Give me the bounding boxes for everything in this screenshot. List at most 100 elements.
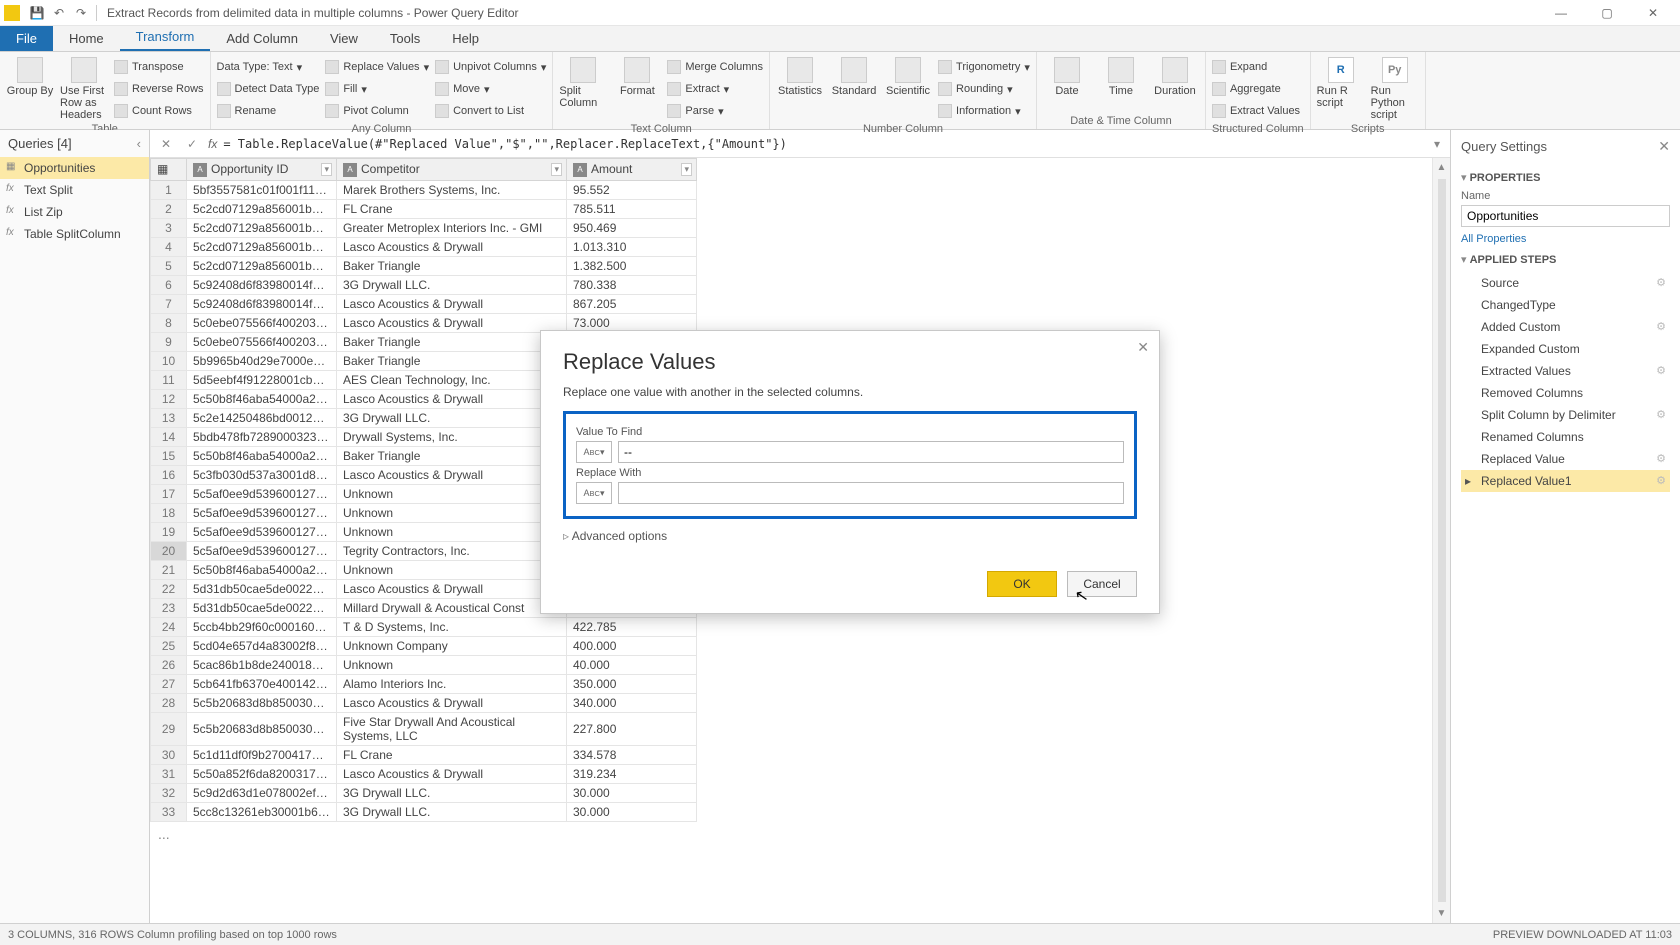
gear-icon[interactable]: ⚙: [1656, 276, 1666, 289]
tab-tools[interactable]: Tools: [374, 26, 436, 51]
duration-button[interactable]: Duration: [1151, 55, 1199, 97]
applied-step[interactable]: Source⚙: [1461, 272, 1670, 294]
scientific-button[interactable]: Scientific: [884, 55, 932, 97]
reverse-rows-button[interactable]: Reverse Rows: [114, 79, 204, 99]
unpivot-columns-button[interactable]: Unpivot Columns ▾: [435, 57, 546, 77]
run-python-script-button[interactable]: PyRun Python script: [1371, 55, 1419, 121]
count-rows-button[interactable]: Count Rows: [114, 101, 204, 121]
applied-step[interactable]: Replaced Value⚙: [1461, 448, 1670, 470]
applied-step[interactable]: Added Custom⚙: [1461, 316, 1670, 338]
table-row[interactable]: 45c2cd07129a856001b25d449Lasco Acoustics…: [151, 237, 697, 256]
rounding-button[interactable]: Rounding ▾: [938, 79, 1030, 99]
split-column-button[interactable]: Split Column: [559, 55, 607, 109]
merge-columns-button[interactable]: Merge Columns: [667, 57, 763, 77]
value-to-find-input[interactable]: [618, 441, 1124, 463]
gear-icon[interactable]: ⚙: [1656, 364, 1666, 377]
time-button[interactable]: Time: [1097, 55, 1145, 97]
close-settings-icon[interactable]: ✕: [1658, 138, 1670, 155]
information-button[interactable]: Information ▾: [938, 101, 1030, 121]
table-row[interactable]: 305c1d11df0f9b2700417543a5FL Crane334.57…: [151, 745, 697, 764]
col-competitor[interactable]: ACompetitor▾: [337, 159, 567, 181]
applied-step[interactable]: Renamed Columns: [1461, 426, 1670, 448]
table-row[interactable]: 255cd04e657d4a83002f89f1e0Unknown Compan…: [151, 636, 697, 655]
standard-button[interactable]: Standard: [830, 55, 878, 97]
replace-values-button[interactable]: Replace Values ▾: [325, 57, 429, 77]
replace-with-input[interactable]: [618, 482, 1124, 504]
table-row[interactable]: 75c92408d6f83980014fa089cLasco Acoustics…: [151, 294, 697, 313]
table-row[interactable]: 335cc8c13261eb30001b60d492f3G Drywall LL…: [151, 802, 697, 821]
table-row[interactable]: 245ccb4bb29f60c00016027592T & D Systems,…: [151, 617, 697, 636]
tab-home[interactable]: Home: [53, 26, 120, 51]
expand-button[interactable]: Expand: [1212, 57, 1300, 77]
tab-view[interactable]: View: [314, 26, 374, 51]
cancel-button[interactable]: Cancel: [1067, 571, 1137, 597]
table-row[interactable]: 25c2cd07129a856001b25d449FL Crane785.511: [151, 199, 697, 218]
section-applied-steps[interactable]: APPLIED STEPS: [1461, 253, 1670, 266]
tab-transform[interactable]: Transform: [120, 24, 211, 51]
table-row[interactable]: 315c50a852f6da820031766a18Lasco Acoustic…: [151, 764, 697, 783]
replace-with-type-selector[interactable]: ABC ▾: [576, 482, 612, 504]
table-row[interactable]: 295c5b20683d8b8500309c2a4eFive Star Dryw…: [151, 712, 697, 745]
table-row[interactable]: 15bf3557581c01f001f11c34fMarek Brothers …: [151, 180, 697, 199]
tab-add-column[interactable]: Add Column: [210, 26, 314, 51]
format-button[interactable]: Format: [613, 55, 661, 97]
section-properties[interactable]: PROPERTIES: [1461, 171, 1670, 184]
row-header-corner[interactable]: ▦: [151, 159, 187, 181]
extract-values-button[interactable]: Extract Values: [1212, 101, 1300, 121]
table-row[interactable]: 35c2cd07129a856001b25d449Greater Metropl…: [151, 218, 697, 237]
aggregate-button[interactable]: Aggregate: [1212, 79, 1300, 99]
query-item-opportunities[interactable]: Opportunities: [0, 157, 149, 179]
table-row[interactable]: 265cac86b1b8de24001835c3baUnknown40.000: [151, 655, 697, 674]
fx-icon[interactable]: fx: [208, 137, 217, 151]
applied-step[interactable]: ChangedType: [1461, 294, 1670, 316]
parse-button[interactable]: Parse ▾: [667, 101, 763, 121]
table-row[interactable]: 285c5b20683d8b8500309c2a4eLasco Acoustic…: [151, 693, 697, 712]
applied-step[interactable]: Split Column by Delimiter⚙: [1461, 404, 1670, 426]
redo-icon[interactable]: ↷: [72, 4, 90, 22]
applied-step[interactable]: Extracted Values⚙: [1461, 360, 1670, 382]
data-type-button[interactable]: Data Type: Text ▾: [217, 57, 320, 77]
query-name-input[interactable]: [1461, 205, 1670, 227]
detect-data-type-button[interactable]: Detect Data Type: [217, 79, 320, 99]
convert-to-list-button[interactable]: Convert to List: [435, 101, 546, 121]
query-item-table-splitcolumn[interactable]: Table SplitColumn: [0, 223, 149, 245]
first-row-headers-button[interactable]: Use First Row as Headers: [60, 55, 108, 121]
group-by-button[interactable]: Group By: [6, 55, 54, 97]
vertical-scrollbar[interactable]: ▲▼: [1432, 158, 1450, 923]
close-window-button[interactable]: ✕: [1630, 0, 1676, 26]
dialog-close-icon[interactable]: ✕: [1137, 339, 1149, 356]
collapse-queries-icon[interactable]: ‹: [137, 136, 141, 151]
value-to-find-type-selector[interactable]: ABC ▾: [576, 441, 612, 463]
col-amount[interactable]: AAmount▾: [567, 159, 697, 181]
rename-button[interactable]: Rename: [217, 101, 320, 121]
fill-button[interactable]: Fill ▾: [325, 79, 429, 99]
table-row[interactable]: 275cb641fb6370e4001428b8ebAlamo Interior…: [151, 674, 697, 693]
gear-icon[interactable]: ⚙: [1656, 408, 1666, 421]
applied-step[interactable]: Replaced Value1⚙: [1461, 470, 1670, 492]
ok-button[interactable]: OK: [987, 571, 1057, 597]
run-r-script-button[interactable]: RRun R script: [1317, 55, 1365, 109]
tab-file[interactable]: File: [0, 26, 53, 51]
advanced-options-toggle[interactable]: Advanced options: [563, 529, 1137, 543]
save-icon[interactable]: 💾: [28, 4, 46, 22]
tab-help[interactable]: Help: [436, 26, 495, 51]
applied-step[interactable]: Expanded Custom: [1461, 338, 1670, 360]
formula-text[interactable]: = Table.ReplaceValue(#"Replaced Value","…: [223, 137, 1428, 151]
minimize-button[interactable]: —: [1538, 0, 1584, 26]
table-row[interactable]: 65c92408d6f83980014fa089c3G Drywall LLC.…: [151, 275, 697, 294]
table-row[interactable]: 325c9d2d63d1e078002ef384253G Drywall LLC…: [151, 783, 697, 802]
trigonometry-button[interactable]: Trigonometry ▾: [938, 57, 1030, 77]
query-item-list-zip[interactable]: List Zip: [0, 201, 149, 223]
commit-formula-icon[interactable]: ✓: [182, 137, 202, 151]
date-button[interactable]: Date: [1043, 55, 1091, 97]
table-row[interactable]: 55c2cd07129a856001b25d449Baker Triangle1…: [151, 256, 697, 275]
all-properties-link[interactable]: All Properties: [1461, 233, 1670, 245]
undo-icon[interactable]: ↶: [50, 4, 68, 22]
col-opportunity-id[interactable]: AOpportunity ID▾: [187, 159, 337, 181]
cancel-formula-icon[interactable]: ✕: [156, 137, 176, 151]
transpose-button[interactable]: Transpose: [114, 57, 204, 77]
move-button[interactable]: Move ▾: [435, 79, 546, 99]
gear-icon[interactable]: ⚙: [1656, 452, 1666, 465]
gear-icon[interactable]: ⚙: [1656, 320, 1666, 333]
pivot-column-button[interactable]: Pivot Column: [325, 101, 429, 121]
